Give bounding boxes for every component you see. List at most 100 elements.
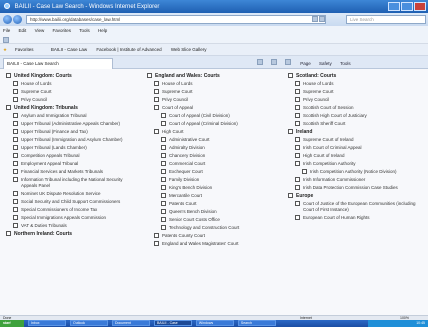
checkbox[interactable] <box>154 81 159 86</box>
favorite-item[interactable]: BAILII - Case Law <box>51 47 87 52</box>
list-item[interactable]: Senior Court Costs Office <box>145 217 280 223</box>
list-item[interactable]: Upper Tribunal (Finance and Tax) <box>4 129 139 135</box>
list-item[interactable]: Mercantile Court <box>145 193 280 199</box>
list-item[interactable]: House of Lords <box>145 81 280 87</box>
list-item[interactable]: Queen's Bench Division <box>145 209 280 215</box>
checkbox[interactable] <box>295 177 300 182</box>
checkbox[interactable] <box>161 201 166 206</box>
group-heading[interactable]: United Kingdom: Courts <box>4 73 139 79</box>
list-item[interactable]: Privy Council <box>145 97 280 103</box>
checkbox[interactable] <box>288 129 293 134</box>
list-item[interactable]: Administrative Court <box>145 137 280 143</box>
checkbox[interactable] <box>161 225 166 230</box>
list-item[interactable]: Technology and Construction Court <box>145 225 280 231</box>
checkbox[interactable] <box>295 214 300 220</box>
minimize-button[interactable] <box>388 2 400 11</box>
checkbox[interactable] <box>13 206 18 212</box>
list-item[interactable]: Court of Justice of the European Communi… <box>286 201 421 212</box>
list-item[interactable]: Irish Competition Authority <box>286 161 421 167</box>
menu-help[interactable]: Help <box>98 28 107 33</box>
checkbox[interactable] <box>13 145 18 150</box>
checkbox[interactable] <box>161 217 166 222</box>
list-item[interactable]: Scottish Court of Session <box>286 105 421 111</box>
taskbar-item[interactable]: Windows <box>195 320 234 326</box>
checkbox[interactable] <box>295 81 300 86</box>
list-item[interactable]: Irish Data Protection Commission Case St… <box>286 185 421 191</box>
list-item[interactable]: Supreme Court <box>145 89 280 95</box>
list-item[interactable]: Scottish Sheriff Court <box>286 121 421 127</box>
checkbox[interactable] <box>302 169 307 174</box>
list-item[interactable]: VAT & Duties Tribunals <box>4 222 139 229</box>
list-item[interactable]: Privy Council <box>286 97 421 103</box>
checkbox[interactable] <box>295 89 300 94</box>
taskbar-item[interactable]: Search <box>237 320 276 326</box>
list-item[interactable]: High Court of Ireland <box>286 153 421 159</box>
checkbox[interactable] <box>295 161 300 166</box>
list-item[interactable]: House of Lords <box>286 81 421 87</box>
checkbox[interactable] <box>295 185 300 190</box>
checkbox[interactable] <box>13 161 18 166</box>
print-icon[interactable] <box>285 59 291 65</box>
checkbox[interactable] <box>154 105 159 110</box>
list-item[interactable]: Commercial Court <box>145 161 280 167</box>
feeds-icon[interactable] <box>271 59 277 65</box>
list-item[interactable]: Admiralty Division <box>145 145 280 151</box>
list-item[interactable]: King's Bench Division <box>145 185 280 191</box>
close-button[interactable] <box>414 2 426 11</box>
list-item[interactable]: Chancery Division <box>145 153 280 159</box>
list-item[interactable]: European Court of Human Rights <box>286 214 421 221</box>
list-item[interactable]: Irish Information Commissioner <box>286 177 421 183</box>
list-item[interactable]: Upper Tribunal (Lands Chamber) <box>4 145 139 151</box>
checkbox[interactable] <box>13 190 18 196</box>
checkbox[interactable] <box>295 153 300 158</box>
menu-file[interactable]: File <box>3 28 10 33</box>
list-item[interactable]: Supreme Court <box>286 89 421 95</box>
list-item[interactable]: Privy Council <box>4 97 139 103</box>
checkbox[interactable] <box>154 97 159 102</box>
checkbox[interactable] <box>161 185 166 190</box>
checkbox[interactable] <box>13 177 18 182</box>
checkbox[interactable] <box>13 89 18 94</box>
checkbox[interactable] <box>13 129 18 134</box>
checkbox[interactable] <box>295 201 300 206</box>
checkbox[interactable] <box>154 89 159 94</box>
group-heading[interactable]: United Kingdom: Tribunals <box>4 105 139 111</box>
convert-icon[interactable] <box>3 37 9 43</box>
list-item[interactable]: Supreme Court of Ireland <box>286 137 421 143</box>
taskbar-item[interactable]: Outlook <box>69 320 108 326</box>
checkbox[interactable] <box>161 177 166 182</box>
checkbox[interactable] <box>161 145 166 150</box>
safety-menu[interactable]: Safety <box>319 61 332 66</box>
group-heading[interactable]: Europe <box>286 193 421 199</box>
checkbox[interactable] <box>13 222 18 228</box>
list-item[interactable]: Exchequer Court <box>145 169 280 175</box>
checkbox[interactable] <box>13 153 18 158</box>
tab-bailii[interactable]: BAILII - Case Law Search <box>3 58 113 69</box>
checkbox[interactable] <box>13 97 18 102</box>
list-item[interactable]: Competition Appeals Tribunal <box>4 153 139 159</box>
list-item[interactable]: Court of Appeal <box>145 105 280 111</box>
refresh-icon[interactable] <box>312 16 318 22</box>
group-heading[interactable]: Ireland <box>286 129 421 135</box>
list-item[interactable]: Special Immigrations Appeals Commission <box>4 214 139 221</box>
tools-menu[interactable]: Tools <box>340 61 351 66</box>
group-heading[interactable]: England and Wales: Courts <box>145 73 280 79</box>
list-item[interactable]: England and Wales Magistrates' Court <box>145 241 280 247</box>
checkbox[interactable] <box>13 81 18 86</box>
checkbox[interactable] <box>161 137 166 142</box>
list-item[interactable]: Irish Competition Authority (Notice Divi… <box>286 169 421 175</box>
checkbox[interactable] <box>154 241 159 246</box>
checkbox[interactable] <box>295 145 300 150</box>
checkbox[interactable] <box>13 121 18 126</box>
list-item[interactable]: High Court <box>145 129 280 135</box>
list-item[interactable]: Asylum and Immigration Tribunal <box>4 113 139 119</box>
checkbox[interactable] <box>154 129 159 134</box>
checkbox[interactable] <box>147 73 152 78</box>
menu-favorites[interactable]: Favorites <box>53 28 72 33</box>
checkbox[interactable] <box>295 121 300 126</box>
menu-tools[interactable]: Tools <box>79 28 90 33</box>
page-menu[interactable]: Page <box>300 61 311 66</box>
list-item[interactable]: Financial Services and Markets Tribunals <box>4 169 139 175</box>
checkbox[interactable] <box>161 209 166 214</box>
group-heading[interactable]: Northern Ireland: Courts <box>4 230 139 237</box>
